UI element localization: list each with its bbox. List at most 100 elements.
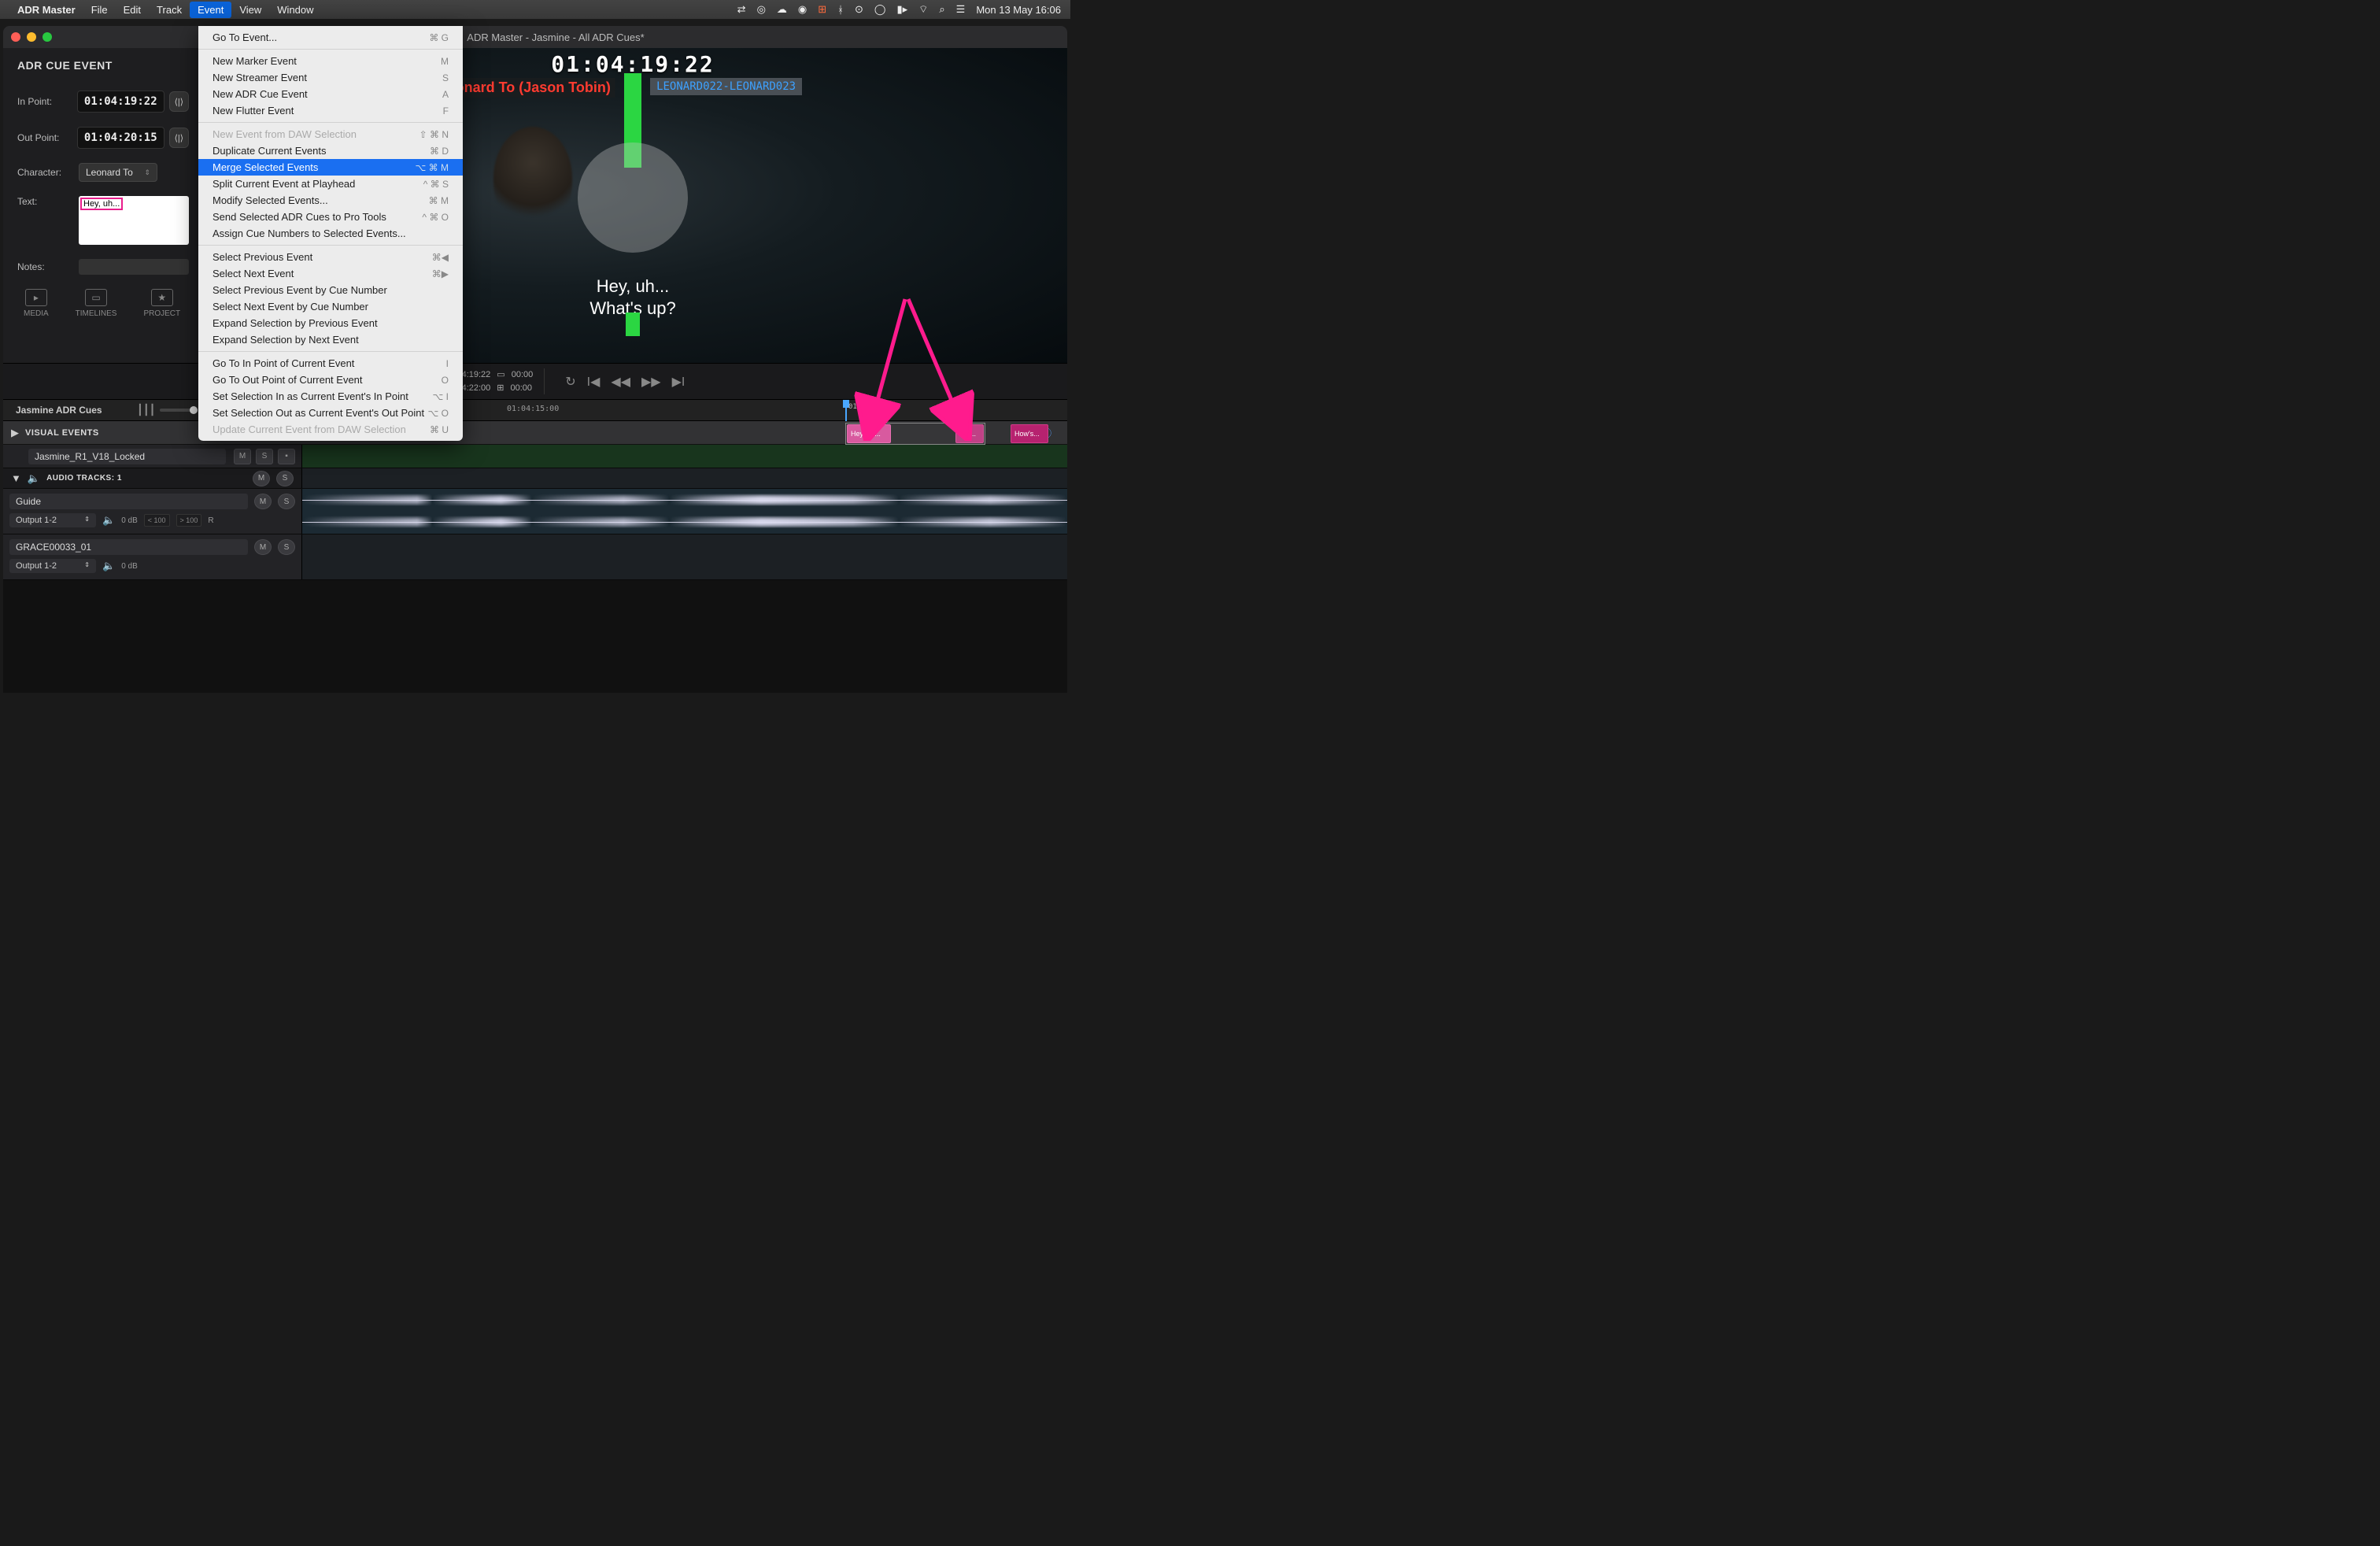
menu-event[interactable]: Event <box>190 2 231 18</box>
set-out-button[interactable]: ⟨|⟩ <box>169 128 189 148</box>
speaker-icon[interactable]: 🔈 <box>102 560 115 572</box>
project-tab[interactable]: ★PROJECT <box>143 289 180 318</box>
menu-item[interactable]: New Marker EventM <box>198 53 463 69</box>
minimize-icon[interactable] <box>27 32 36 42</box>
zoom-icon[interactable] <box>42 32 52 42</box>
annotation-arrow <box>842 291 1000 441</box>
close-icon[interactable] <box>11 32 20 42</box>
solo-button[interactable]: S <box>278 494 295 509</box>
disclosure-triangle-icon[interactable]: ▼ <box>11 472 21 484</box>
cue-clip[interactable]: How's... <box>1011 424 1048 443</box>
menu-item[interactable]: Select Next Event⌘▶ <box>198 265 463 282</box>
search-icon[interactable]: ⌕ <box>939 3 944 16</box>
notes-field[interactable] <box>79 259 189 275</box>
menu-item[interactable]: Go To Event...⌘ G <box>198 29 463 46</box>
loop-button[interactable]: ↻ <box>565 374 575 390</box>
grace-track-name[interactable]: GRACE00033_01 <box>9 539 248 555</box>
output-select[interactable]: Output 1-2⇕ <box>9 513 96 527</box>
mute-button[interactable]: M <box>234 449 251 464</box>
in-point-field[interactable]: 01:04:19:22 <box>77 91 164 113</box>
circle-icon[interactable]: ◉ <box>798 3 807 16</box>
menu-view[interactable]: View <box>231 2 269 18</box>
menu-item[interactable]: Expand Selection by Next Event <box>198 331 463 348</box>
guide-track-lane[interactable] <box>302 489 1067 534</box>
menu-item[interactable]: Select Previous Event by Cue Number <box>198 282 463 298</box>
menu-item[interactable]: Assign Cue Numbers to Selected Events... <box>198 225 463 242</box>
menu-item[interactable]: Modify Selected Events...⌘ M <box>198 192 463 209</box>
menu-item[interactable]: Split Current Event at Playhead^ ⌘ S <box>198 176 463 192</box>
menu-item[interactable]: Select Next Event by Cue Number <box>198 298 463 315</box>
cloud-icon[interactable]: ☁︎ <box>777 3 787 16</box>
audio-tracks-header: ▼ 🔈 AUDIO TRACKS: 1 M S <box>3 468 302 488</box>
menu-item[interactable]: Duplicate Current Events⌘ D <box>198 142 463 159</box>
user-icon[interactable]: ◯ <box>874 3 886 16</box>
cue-text-field[interactable]: Hey, uh... <box>79 196 189 245</box>
menu-item[interactable]: New ADR Cue EventA <box>198 86 463 102</box>
clock[interactable]: Mon 13 May 16:06 <box>976 4 1061 16</box>
timelines-tab[interactable]: ▭TIMELINES <box>76 289 117 318</box>
menu-item[interactable]: Go To Out Point of Current EventO <box>198 372 463 388</box>
character-value: Leonard To <box>86 167 133 178</box>
video-track-name[interactable]: Jasmine_R1_V18_Locked <box>28 449 226 464</box>
in-point-label: In Point: <box>17 96 77 107</box>
menu-item[interactable]: New Flutter EventF <box>198 102 463 119</box>
cue-text-value: Hey, uh... <box>82 199 121 209</box>
menu-file[interactable]: File <box>83 2 116 18</box>
solo-all-button[interactable]: S <box>276 471 294 486</box>
character-label: Character: <box>17 167 79 178</box>
timelines-icon: ▭ <box>85 289 107 306</box>
menu-track[interactable]: Track <box>149 2 190 18</box>
wifi-icon[interactable]: ⌔ <box>918 3 928 16</box>
solo-button[interactable]: S <box>278 539 295 555</box>
grid-icon[interactable]: ⊞ <box>818 3 826 16</box>
go-to-end-button[interactable]: ▶I <box>672 374 686 390</box>
grace-track-lane[interactable] <box>302 534 1067 579</box>
streamer-bar-bottom <box>626 313 640 336</box>
forward-button[interactable]: ▶▶ <box>641 374 661 390</box>
battery-icon[interactable]: ▮▸ <box>896 3 907 16</box>
out-point-field[interactable]: 01:04:20:15 <box>77 127 164 149</box>
menu-item[interactable]: Go To In Point of Current EventI <box>198 355 463 372</box>
menu-item[interactable]: Set Selection In as Current Event's In P… <box>198 388 463 405</box>
character-select[interactable]: Leonard To ⇕ <box>79 163 157 182</box>
set-in-button[interactable]: ⟨|⟩ <box>169 91 189 112</box>
mute-all-button[interactable]: M <box>253 471 270 486</box>
rewind-button[interactable]: ◀◀ <box>611 374 630 390</box>
waveform-icon[interactable]: ┃┃┃ <box>137 404 155 416</box>
mute-button[interactable]: M <box>254 539 272 555</box>
output-select[interactable]: Output 1-2⇕ <box>9 559 96 573</box>
control-center-icon[interactable]: ☰ <box>956 3 966 16</box>
menu-window[interactable]: Window <box>269 2 321 18</box>
menu-item[interactable]: Select Previous Event⌘◀ <box>198 249 463 265</box>
zoom-slider[interactable] <box>160 409 198 412</box>
video-track-lane[interactable] <box>302 445 1067 468</box>
menu-item[interactable]: Expand Selection by Previous Event <box>198 315 463 331</box>
solo-button[interactable]: S <box>256 449 273 464</box>
media-tab[interactable]: ▸MEDIA <box>24 289 49 318</box>
menu-item[interactable]: Merge Selected Events⌥ ⌘ M <box>198 159 463 176</box>
go-to-start-button[interactable]: I◀ <box>587 374 601 390</box>
speaker-icon[interactable]: 🔈 <box>102 514 115 527</box>
app-name[interactable]: ADR Master <box>17 4 76 16</box>
event-menu-dropdown: Go To Event...⌘ G New Marker EventMNew St… <box>198 26 463 441</box>
menu-edit[interactable]: Edit <box>116 2 149 18</box>
disclosure-triangle-icon[interactable]: ▶ <box>11 427 19 439</box>
play-status-icon[interactable]: ⊙ <box>855 3 863 16</box>
bluetooth-icon[interactable]: ᚼ <box>837 4 844 16</box>
project-icon: ★ <box>151 289 173 306</box>
video-content <box>493 127 572 229</box>
sync-icon[interactable]: ⇄ <box>737 3 746 16</box>
guide-track-name[interactable]: Guide <box>9 494 248 509</box>
pan-left[interactable]: < 100 <box>144 514 170 527</box>
menu-item[interactable]: Set Selection Out as Current Event's Out… <box>198 405 463 421</box>
video-track-header: Jasmine_R1_V18_Locked M S ▪ <box>3 445 302 468</box>
menu-item[interactable]: Send Selected ADR Cues to Pro Tools^ ⌘ O <box>198 209 463 225</box>
menu-item: Update Current Event from DAW Selection⌘… <box>198 421 463 438</box>
camera-icon[interactable]: ▪ <box>278 449 295 464</box>
cue-id-overlay: LEONARD022-LEONARD023 <box>650 78 802 95</box>
mute-button[interactable]: M <box>254 494 272 509</box>
dial-icon[interactable]: ◎ <box>757 3 766 16</box>
db-readout: 0 dB <box>121 516 138 525</box>
menu-item[interactable]: New Streamer EventS <box>198 69 463 86</box>
pan-right[interactable]: > 100 <box>176 514 202 527</box>
